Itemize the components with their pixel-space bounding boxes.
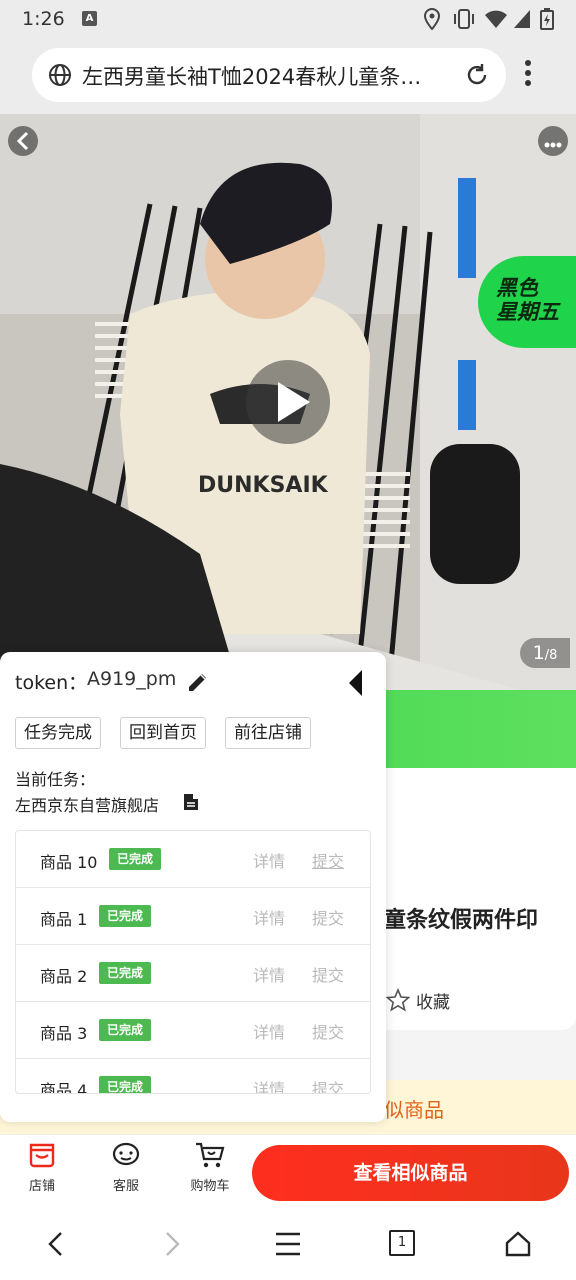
store-tab[interactable]: 店铺 <box>12 1141 72 1194</box>
play-icon <box>278 382 310 422</box>
image-counter: 1/8 <box>520 638 570 668</box>
task-list: 商品 10 已完成 详情 提交 商品 1 已完成 详情 提交 商品 2 已完成 … <box>15 830 371 1094</box>
reload-icon[interactable] <box>464 62 490 88</box>
row-name: 商品 1 <box>40 910 88 929</box>
table-row: 商品 2 已完成 详情 提交 <box>16 945 370 1002</box>
pencil-icon[interactable] <box>186 670 210 694</box>
status-time: 1:26 <box>22 8 65 30</box>
status-badge: 已完成 <box>99 1019 152 1041</box>
collapse-arrow-icon[interactable] <box>346 668 366 698</box>
notification-a-icon: A <box>82 11 97 26</box>
image-counter-current: 1 <box>532 642 545 664</box>
tabs-button[interactable]: 1 <box>389 1230 415 1256</box>
row-name: 商品 3 <box>40 1024 88 1043</box>
image-back-button[interactable] <box>8 126 38 156</box>
table-row: 商品 1 已完成 详情 提交 <box>16 888 370 945</box>
customer-service-icon <box>112 1142 140 1166</box>
tab-count: 1 <box>397 1235 407 1250</box>
table-row: 商品 3 已完成 详情 提交 <box>16 1002 370 1059</box>
signal-icon <box>514 10 530 28</box>
cart-icon <box>196 1142 225 1168</box>
service-label: 客服 <box>112 1179 139 1194</box>
task-panel: token： A919_pm 任务完成 回到首页 前往店铺 当前任务： 左西京东… <box>0 652 386 1122</box>
store-label: 店铺 <box>28 1179 55 1194</box>
video-play-button[interactable] <box>246 360 330 444</box>
home-button[interactable]: 回到首页 <box>120 717 206 749</box>
token-value: A919_pm <box>87 668 177 690</box>
status-badge: 已完成 <box>99 962 152 984</box>
forward-icon[interactable] <box>160 1230 184 1258</box>
star-icon[interactable] <box>386 988 410 1012</box>
page-title: 左西男童长袖T恤2024春秋儿童条… <box>82 65 422 89</box>
home-icon[interactable] <box>504 1230 532 1258</box>
image-more-button[interactable] <box>538 126 568 156</box>
more-menu-icon[interactable] <box>524 60 532 86</box>
submit-link[interactable]: 提交 <box>312 1076 344 1093</box>
image-counter-total: /8 <box>544 648 558 663</box>
browser-nav-bar: 1 <box>0 1210 576 1280</box>
bottom-action-bar: 店铺 客服 购物车 查看相似商品 <box>0 1134 576 1210</box>
back-icon[interactable] <box>44 1230 68 1258</box>
current-task-label: 当前任务： <box>15 770 96 789</box>
submit-link[interactable]: 提交 <box>312 905 344 929</box>
favorite-label[interactable]: 收藏 <box>416 988 450 1013</box>
status-bar: 1:26 A <box>0 0 576 38</box>
battery-icon <box>540 8 554 30</box>
row-name: 商品 10 <box>40 853 98 872</box>
detail-link[interactable]: 详情 <box>253 962 285 986</box>
task-done-button[interactable]: 任务完成 <box>15 717 101 749</box>
browser-toolbar: 左西男童长袖T恤2024春秋儿童条… <box>0 38 576 114</box>
vibrate-icon <box>454 9 474 29</box>
detail-link[interactable]: 详情 <box>253 848 285 872</box>
token-label: token： <box>15 672 88 694</box>
status-badge: 已完成 <box>109 848 162 870</box>
promo-line-1: 黑色 <box>496 276 538 300</box>
product-image[interactable]: DUNKSAIK 黑色 星期五 1/8 <box>0 114 576 690</box>
detail-link[interactable]: 详情 <box>253 1076 285 1093</box>
black-friday-badge[interactable]: 黑色 星期五 <box>478 256 576 348</box>
globe-icon <box>49 64 71 86</box>
view-similar-button[interactable]: 查看相似商品 <box>252 1145 569 1201</box>
detail-link[interactable]: 详情 <box>253 1019 285 1043</box>
svg-text:DUNKSAIK: DUNKSAIK <box>198 473 329 498</box>
copy-icon[interactable] <box>182 792 200 812</box>
status-badge: 已完成 <box>99 1076 152 1093</box>
wifi-icon <box>485 10 507 28</box>
status-badge: 已完成 <box>99 905 152 927</box>
chevron-left-icon <box>16 131 29 151</box>
similar-banner-text: 似商品 <box>384 1098 444 1122</box>
submit-link[interactable]: 提交 <box>312 1019 344 1043</box>
store-button[interactable]: 前往店铺 <box>225 717 311 749</box>
cart-tab[interactable]: 购物车 <box>180 1141 240 1194</box>
menu-icon[interactable] <box>274 1230 302 1258</box>
table-row: 商品 10 已完成 详情 提交 <box>16 831 370 888</box>
submit-link[interactable]: 提交 <box>312 962 344 986</box>
service-tab[interactable]: 客服 <box>96 1141 156 1194</box>
table-row: 商品 4 已完成 详情 提交 <box>16 1059 370 1094</box>
ellipsis-icon <box>544 142 562 148</box>
location-icon <box>423 8 441 30</box>
address-bar[interactable]: 左西男童长袖T恤2024春秋儿童条… <box>32 48 506 102</box>
row-name: 商品 2 <box>40 967 88 986</box>
current-task-shop: 左西京东自营旗舰店 <box>15 796 160 815</box>
store-icon <box>29 1143 55 1168</box>
submit-link[interactable]: 提交 <box>312 848 344 872</box>
detail-link[interactable]: 详情 <box>253 905 285 929</box>
product-title: 童条纹假两件印 <box>384 908 539 933</box>
cart-label: 购物车 <box>190 1179 230 1194</box>
row-name: 商品 4 <box>40 1081 88 1094</box>
promo-line-2: 星期五 <box>496 300 559 324</box>
